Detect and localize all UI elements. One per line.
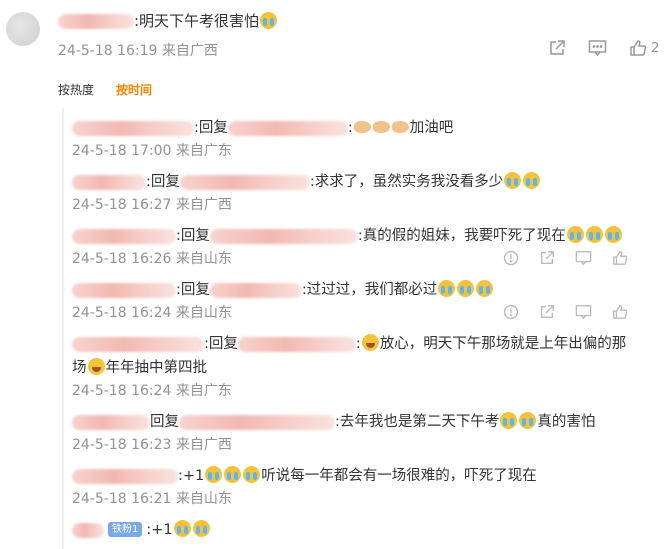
share-icon[interactable]	[539, 304, 555, 320]
blurred-username[interactable]	[72, 282, 176, 298]
share-icon[interactable]	[539, 250, 555, 266]
blurred-username[interactable]	[72, 468, 178, 484]
reply-meta: 24-5-18 16:24 来自广东	[72, 383, 232, 399]
laughing-emoji-icon	[87, 358, 105, 375]
blurred-username[interactable]	[72, 120, 194, 136]
blurred-username[interactable]	[72, 228, 176, 244]
reply-meta: 24-5-18 16:21 来自山东	[72, 491, 232, 507]
crying-emoji-icon	[566, 226, 584, 243]
avatar[interactable]	[6, 12, 40, 46]
crying-emoji-icon	[523, 172, 541, 189]
list-item: :回复:求求了，虽然实务我没看多少 24-5-18 16:27 来自广西	[72, 170, 668, 216]
like-button[interactable]: 2	[629, 39, 659, 57]
crying-emoji-icon	[500, 412, 518, 429]
crying-emoji-icon	[476, 280, 494, 297]
list-item: :回复:真的假的姐妹，我要吓死了现在 24-5-18 16:26 来自山东	[72, 224, 668, 270]
comment-icon[interactable]	[575, 304, 592, 320]
crying-emoji-icon	[243, 466, 261, 483]
reply-meta: 24-5-18 16:27 来自广西	[72, 197, 232, 213]
root-actions: 2	[548, 39, 659, 57]
crying-emoji-icon	[260, 12, 278, 29]
blurred-username[interactable]	[209, 282, 302, 298]
reply-meta: 24-5-18 17:00 来自广东	[72, 143, 232, 159]
fist-bump-emoji-icon	[353, 121, 371, 133]
like-icon	[630, 40, 647, 56]
reply-text: :回复:真的假的姐妹，我要吓死了现在	[72, 224, 668, 248]
crying-emoji-icon	[604, 226, 622, 243]
blurred-username[interactable]	[209, 228, 358, 244]
crying-emoji-icon	[192, 520, 210, 537]
report-icon[interactable]	[503, 304, 519, 320]
comment-icon	[588, 40, 607, 57]
crying-emoji-icon	[173, 520, 191, 537]
blurred-username[interactable]	[179, 174, 310, 190]
fist-bump-emoji-icon	[372, 121, 390, 133]
reply-actions	[503, 304, 628, 320]
reply-list: :回复: 加油吧 24-5-18 17:00 来自广东 :回复:求求了，虽然实务我…	[62, 108, 668, 549]
list-item: 回复:去年我也是第二天下午考 真的害怕 24-5-18 16:23 来自广西	[72, 410, 668, 456]
fan-badge[interactable]: 铁粉1	[108, 522, 143, 537]
tab-by-heat[interactable]: 按热度	[58, 83, 94, 97]
blurred-username[interactable]	[58, 14, 134, 29]
crying-emoji-icon	[224, 466, 242, 483]
reply-text: 铁粉1:+1	[72, 518, 668, 542]
comment-button[interactable]	[588, 39, 607, 57]
crying-emoji-icon	[438, 280, 456, 297]
tab-by-time[interactable]: 按时间	[116, 83, 152, 97]
reply-meta: 24-5-18 16:23 来自广西	[72, 437, 232, 453]
root-comment-text: :明天下午考很害怕	[58, 11, 278, 31]
blurred-username[interactable]	[72, 174, 146, 190]
list-item: :回复: 放心，明天下午那场就是上年出偏的那场年年抽中第四批 24-5-18 16…	[72, 332, 668, 402]
reply-text: :回复: 放心，明天下午那场就是上年出偏的那场年年抽中第四批	[72, 334, 627, 376]
root-comment-meta: 24-5-18 16:19 来自广西	[58, 43, 218, 59]
crying-emoji-icon	[205, 466, 223, 483]
comment-icon[interactable]	[575, 250, 592, 266]
laughing-emoji-icon	[361, 334, 379, 351]
list-item: :回复: 加油吧 24-5-18 17:00 来自广东	[72, 116, 668, 162]
blurred-username[interactable]	[179, 414, 335, 430]
reply-text: 回复:去年我也是第二天下午考 真的害怕	[72, 410, 668, 434]
share-button[interactable]	[548, 39, 566, 57]
blurred-username[interactable]	[72, 336, 204, 352]
reply-text: :回复: 加油吧	[72, 116, 668, 140]
share-icon	[550, 40, 565, 55]
report-icon[interactable]	[503, 250, 519, 266]
crying-emoji-icon	[457, 280, 475, 297]
like-count: 2	[651, 40, 660, 56]
reply-text: :+1 听说每一年都会有一场很难的，吓死了现在	[72, 464, 668, 488]
blurred-username[interactable]	[227, 120, 348, 136]
like-icon[interactable]	[612, 304, 628, 320]
reply-text: :回复:求求了，虽然实务我没看多少	[72, 170, 668, 194]
fist-bump-emoji-icon	[391, 121, 409, 133]
crying-emoji-icon	[585, 226, 603, 243]
list-item: 铁粉1:+1	[72, 518, 668, 542]
like-icon[interactable]	[612, 250, 628, 266]
reply-text: :回复:过过过，我们都必过	[72, 278, 668, 302]
sort-tabs: 按热度 按时间	[58, 81, 174, 98]
crying-emoji-icon	[504, 172, 522, 189]
blurred-username[interactable]	[72, 414, 150, 430]
list-item: :回复:过过过，我们都必过 24-5-18 16:24 来自山东	[72, 278, 668, 324]
blurred-username[interactable]	[237, 336, 356, 352]
reply-actions	[503, 250, 628, 266]
crying-emoji-icon	[519, 412, 537, 429]
list-item: :+1 听说每一年都会有一场很难的，吓死了现在 24-5-18 16:21 来自山…	[72, 464, 668, 510]
blurred-username[interactable]	[72, 522, 104, 538]
